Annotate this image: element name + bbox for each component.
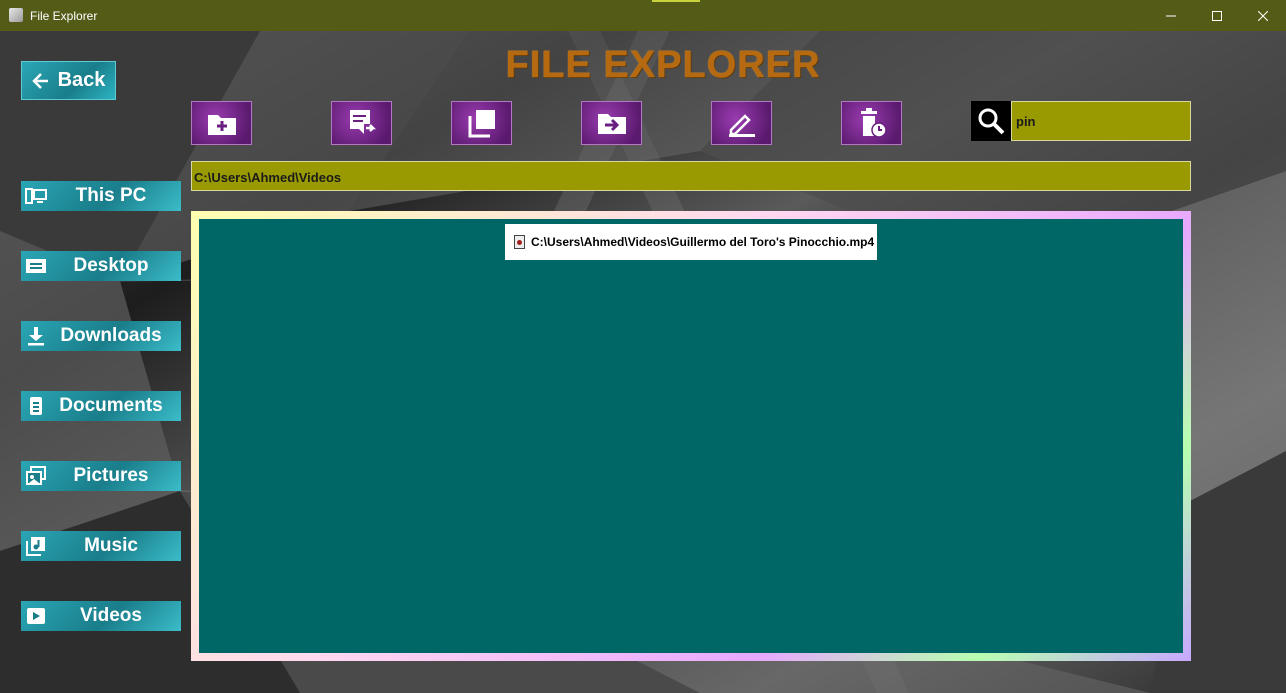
window-title: File Explorer bbox=[30, 9, 98, 23]
move-file-button[interactable] bbox=[331, 101, 392, 145]
sidebar-item-label: Pictures bbox=[73, 465, 149, 486]
app-logo: FILE EXPLORER bbox=[505, 44, 821, 86]
delete-icon bbox=[860, 108, 887, 138]
copy-button[interactable] bbox=[451, 101, 512, 145]
computer-icon bbox=[25, 185, 47, 207]
delete-button[interactable] bbox=[841, 101, 902, 145]
new-folder-icon bbox=[207, 115, 236, 135]
title-bar: File Explorer bbox=[0, 0, 1286, 31]
path-bar[interactable]: C:\Users\Ahmed\Videos bbox=[191, 161, 1191, 191]
minimize-button[interactable] bbox=[1148, 0, 1194, 31]
minimize-icon bbox=[1166, 15, 1176, 16]
maximize-button[interactable] bbox=[1194, 0, 1240, 31]
search-input[interactable] bbox=[1011, 101, 1191, 141]
sidebar-item-music[interactable]: Music bbox=[21, 531, 181, 561]
document-icon bbox=[25, 395, 47, 417]
close-button[interactable] bbox=[1240, 0, 1286, 31]
search-icon bbox=[978, 108, 1005, 135]
file-name: C:\Users\Ahmed\Videos\Guillermo del Toro… bbox=[531, 235, 875, 249]
java-app-icon bbox=[9, 8, 23, 22]
sidebar-item-pictures[interactable]: Pictures bbox=[21, 461, 181, 491]
music-icon bbox=[25, 535, 47, 557]
move-to-folder-button[interactable] bbox=[581, 101, 642, 145]
rename-icon bbox=[728, 114, 755, 137]
sidebar-item-desktop[interactable]: Desktop bbox=[21, 251, 181, 281]
desktop-icon bbox=[25, 255, 47, 277]
rename-button[interactable] bbox=[711, 101, 772, 145]
sidebar-item-label: This PC bbox=[75, 185, 147, 206]
video-file-icon bbox=[514, 235, 525, 249]
sidebar-item-documents[interactable]: Documents bbox=[21, 391, 181, 421]
sidebar-item-downloads[interactable]: Downloads bbox=[21, 321, 181, 351]
back-label: Back bbox=[57, 69, 106, 91]
new-folder-button[interactable] bbox=[191, 101, 252, 145]
sidebar-item-label: Videos bbox=[80, 605, 142, 626]
file-item[interactable]: C:\Users\Ahmed\Videos\Guillermo del Toro… bbox=[505, 224, 877, 260]
sidebar-item-label: Music bbox=[84, 535, 138, 556]
title-accent bbox=[652, 0, 700, 2]
sidebar-item-videos[interactable]: Videos bbox=[21, 601, 181, 631]
maximize-icon bbox=[1212, 10, 1222, 21]
close-icon bbox=[1258, 10, 1268, 21]
copy-icon bbox=[468, 110, 495, 138]
download-icon bbox=[25, 325, 47, 347]
move-file-icon bbox=[349, 110, 376, 134]
file-list-pane[interactable] bbox=[199, 219, 1183, 653]
sidebar-item-this-pc[interactable]: This PC bbox=[21, 181, 181, 211]
search-button[interactable] bbox=[971, 101, 1011, 141]
sidebar-item-label: Documents bbox=[59, 395, 163, 416]
sidebar-item-label: Downloads bbox=[60, 325, 162, 346]
move-to-folder-icon bbox=[597, 114, 626, 134]
pictures-icon bbox=[25, 465, 47, 487]
back-button[interactable]: Back bbox=[21, 61, 116, 100]
arrow-left-icon bbox=[31, 72, 48, 89]
video-icon bbox=[25, 605, 47, 627]
sidebar-item-label: Desktop bbox=[73, 255, 149, 276]
